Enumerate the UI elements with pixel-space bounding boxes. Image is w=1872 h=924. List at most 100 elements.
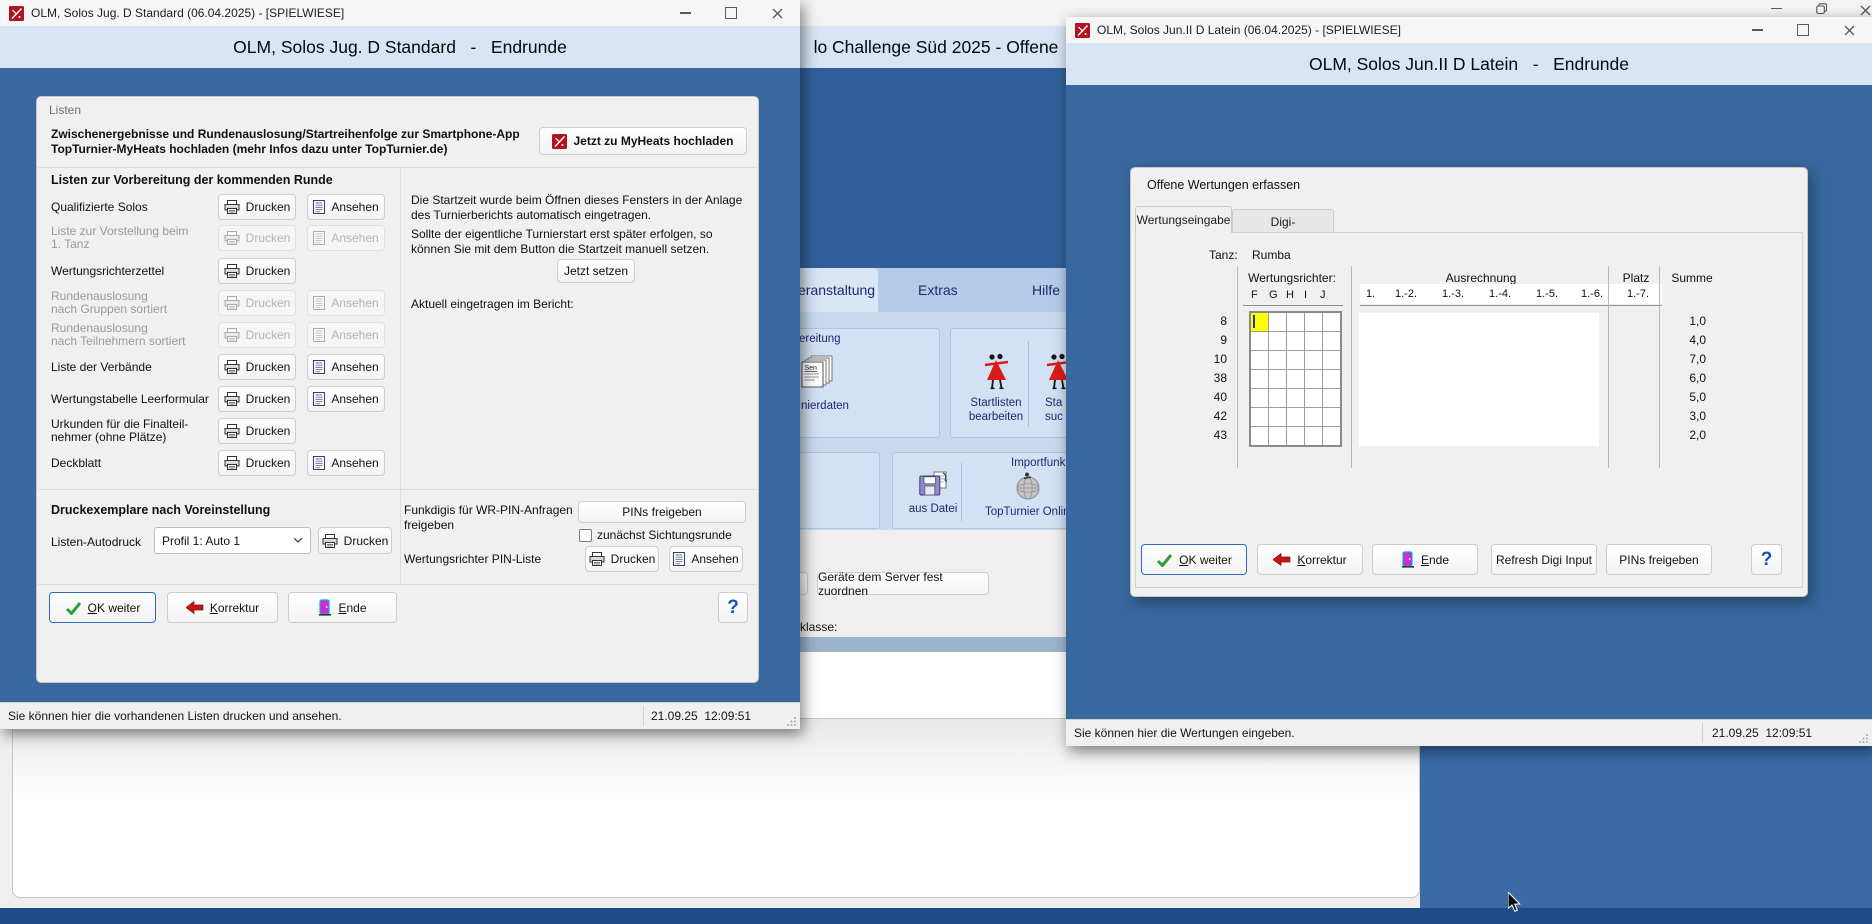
korrektur-button[interactable]: Korrektur	[167, 592, 278, 623]
drucken-button[interactable]: Drucken	[218, 386, 296, 412]
help-button[interactable]: ?	[718, 592, 748, 623]
grid-cell[interactable]	[1305, 351, 1322, 369]
grid-cell[interactable]	[1323, 313, 1340, 331]
sichtungsrunde-checkbox[interactable]	[579, 529, 592, 542]
myheats-text: Zwischenergebnisse und Rundenauslosung/S…	[51, 127, 520, 157]
startlisten-bearbeiten-button[interactable]: Startlisten bearbeiten	[965, 353, 1027, 433]
drucken-button[interactable]: Drucken	[218, 194, 296, 220]
grid-cell[interactable]	[1305, 408, 1322, 426]
grid-cell[interactable]	[1251, 408, 1268, 426]
drucken-button[interactable]: Drucken	[218, 258, 296, 284]
grid-cell[interactable]	[1269, 370, 1286, 388]
tab-extras[interactable]: Extras	[918, 268, 958, 312]
refresh-digi-input-button[interactable]: Refresh Digi Input	[1491, 544, 1597, 575]
grid-cell[interactable]	[1323, 370, 1340, 388]
grid-cell[interactable]	[1305, 370, 1322, 388]
globe-dancer-icon	[1014, 471, 1042, 500]
pin-liste-drucken-button[interactable]: Drucken	[585, 546, 659, 572]
grid-cell[interactable]	[1269, 389, 1286, 407]
import-online-button[interactable]: TopTurnier Online	[985, 471, 1071, 525]
right-close-button[interactable]	[1826, 17, 1872, 43]
printer-icon	[322, 534, 338, 548]
grid-cell[interactable]	[1323, 389, 1340, 407]
grid-cell[interactable]	[1269, 313, 1286, 331]
grid-cell[interactable]	[1287, 427, 1304, 445]
ansehen-button[interactable]: Ansehen	[307, 354, 385, 380]
grid-cell[interactable]	[1251, 313, 1268, 331]
ok-weiter-button[interactable]: OK weiter	[1141, 544, 1247, 575]
main-close-button[interactable]	[1860, 3, 1872, 17]
pins-freigeben-button[interactable]: PINs freigeben	[578, 501, 746, 523]
grid-cell[interactable]	[1323, 427, 1340, 445]
summe-value: 1,0	[1676, 314, 1706, 328]
drucken-button[interactable]: Drucken	[218, 450, 296, 476]
grid-cell[interactable]	[1323, 332, 1340, 350]
geraete-zuordnen-button[interactable]: Geräte dem Server fest zuordnen	[817, 572, 989, 595]
import-aus-datei-button[interactable]: aus Datei	[907, 471, 959, 525]
grid-cell[interactable]	[1251, 332, 1268, 350]
right-titlebar[interactable]: OLM, Solos Jun.II D Latein (06.04.2025) …	[1066, 17, 1872, 43]
ende-button[interactable]: Ende	[1372, 544, 1478, 575]
row-label: Liste der Verbände	[51, 360, 152, 375]
grid-cell[interactable]	[1269, 351, 1286, 369]
ok-weiter-button[interactable]: OK weiter	[49, 592, 156, 623]
tab-wertungseingabe[interactable]: Wertungseingabe	[1135, 206, 1232, 233]
listen-section-title: Listen zur Vorbereitung der kommenden Ru…	[51, 173, 333, 188]
grid-cell[interactable]	[1305, 332, 1322, 350]
panel-partial	[790, 452, 880, 529]
tab-digi-kommunikation[interactable]: Digi-Kommunikation	[1232, 209, 1334, 233]
drucken-button[interactable]: Drucken	[218, 354, 296, 380]
turnierdaten-button[interactable]: nierdaten	[801, 355, 861, 431]
ansehen-button[interactable]: Ansehen	[307, 450, 385, 476]
grid-cell[interactable]	[1305, 313, 1322, 331]
grid-cell[interactable]	[1287, 389, 1304, 407]
tab-veranstaltung-label[interactable]: eranstaltung	[798, 268, 875, 312]
ende-button[interactable]: Ende	[288, 592, 397, 623]
grid-cell[interactable]	[1251, 427, 1268, 445]
left-titlebar[interactable]: OLM, Solos Jug. D Standard (06.04.2025) …	[0, 0, 800, 26]
jetzt-setzen-button[interactable]: Jetzt setzen	[557, 259, 635, 283]
left-close-button[interactable]	[754, 0, 800, 26]
grid-cell[interactable]	[1269, 408, 1286, 426]
korrektur-button[interactable]: Korrektur	[1257, 544, 1363, 575]
right-minimize-button[interactable]	[1734, 17, 1780, 43]
grid-cell[interactable]	[1305, 427, 1322, 445]
grid-cell[interactable]	[1251, 351, 1268, 369]
grid-cell[interactable]	[1323, 408, 1340, 426]
grid-cell[interactable]	[1251, 370, 1268, 388]
main-minimize-button[interactable]	[1756, 0, 1796, 17]
grid-cell[interactable]	[1269, 427, 1286, 445]
sichtungsrunde-label[interactable]: zunächst Sichtungsrunde	[597, 528, 732, 543]
myheats-upload-button[interactable]: Jetzt zu MyHeats hochladen	[539, 127, 747, 155]
right-maximize-button[interactable]	[1780, 17, 1826, 43]
resize-grip-icon[interactable]	[1859, 733, 1869, 743]
grid-cell[interactable]	[1323, 351, 1340, 369]
judge-grid[interactable]	[1249, 311, 1342, 447]
grid-cell[interactable]	[1287, 351, 1304, 369]
grid-cell[interactable]	[1287, 332, 1304, 350]
resize-grip-icon[interactable]	[787, 716, 797, 726]
grid-cell[interactable]	[1251, 389, 1268, 407]
panel-vorbereitung-header: ereitung	[799, 333, 841, 345]
left-minimize-button[interactable]	[662, 0, 708, 26]
left-status-time: 21.09.25 12:09:51	[651, 709, 751, 723]
drucken-button-disabled: Drucken	[218, 290, 296, 316]
grid-cell[interactable]	[1287, 370, 1304, 388]
ansehen-button[interactable]: Ansehen	[307, 194, 385, 220]
couple-number: 43	[1203, 428, 1227, 442]
document-icon	[313, 200, 325, 214]
pin-liste-ansehen-button[interactable]: Ansehen	[669, 546, 743, 572]
drucken-button[interactable]: Drucken	[218, 418, 296, 444]
grid-cell[interactable]	[1269, 332, 1286, 350]
pins-freigeben-button[interactable]: PINs freigeben	[1606, 544, 1712, 575]
tab-hilfe[interactable]: Hilfe	[1032, 268, 1060, 312]
grid-cell[interactable]	[1287, 313, 1304, 331]
main-restore-button[interactable]	[1816, 2, 1846, 17]
autodruck-profile-select[interactable]: Profil 1: Auto 1	[154, 527, 311, 554]
ansehen-button[interactable]: Ansehen	[307, 386, 385, 412]
grid-cell[interactable]	[1305, 389, 1322, 407]
help-button[interactable]: ?	[1751, 544, 1782, 575]
grid-cell[interactable]	[1287, 408, 1304, 426]
left-maximize-button[interactable]	[708, 0, 754, 26]
autodruck-drucken-button[interactable]: Drucken	[318, 527, 392, 554]
